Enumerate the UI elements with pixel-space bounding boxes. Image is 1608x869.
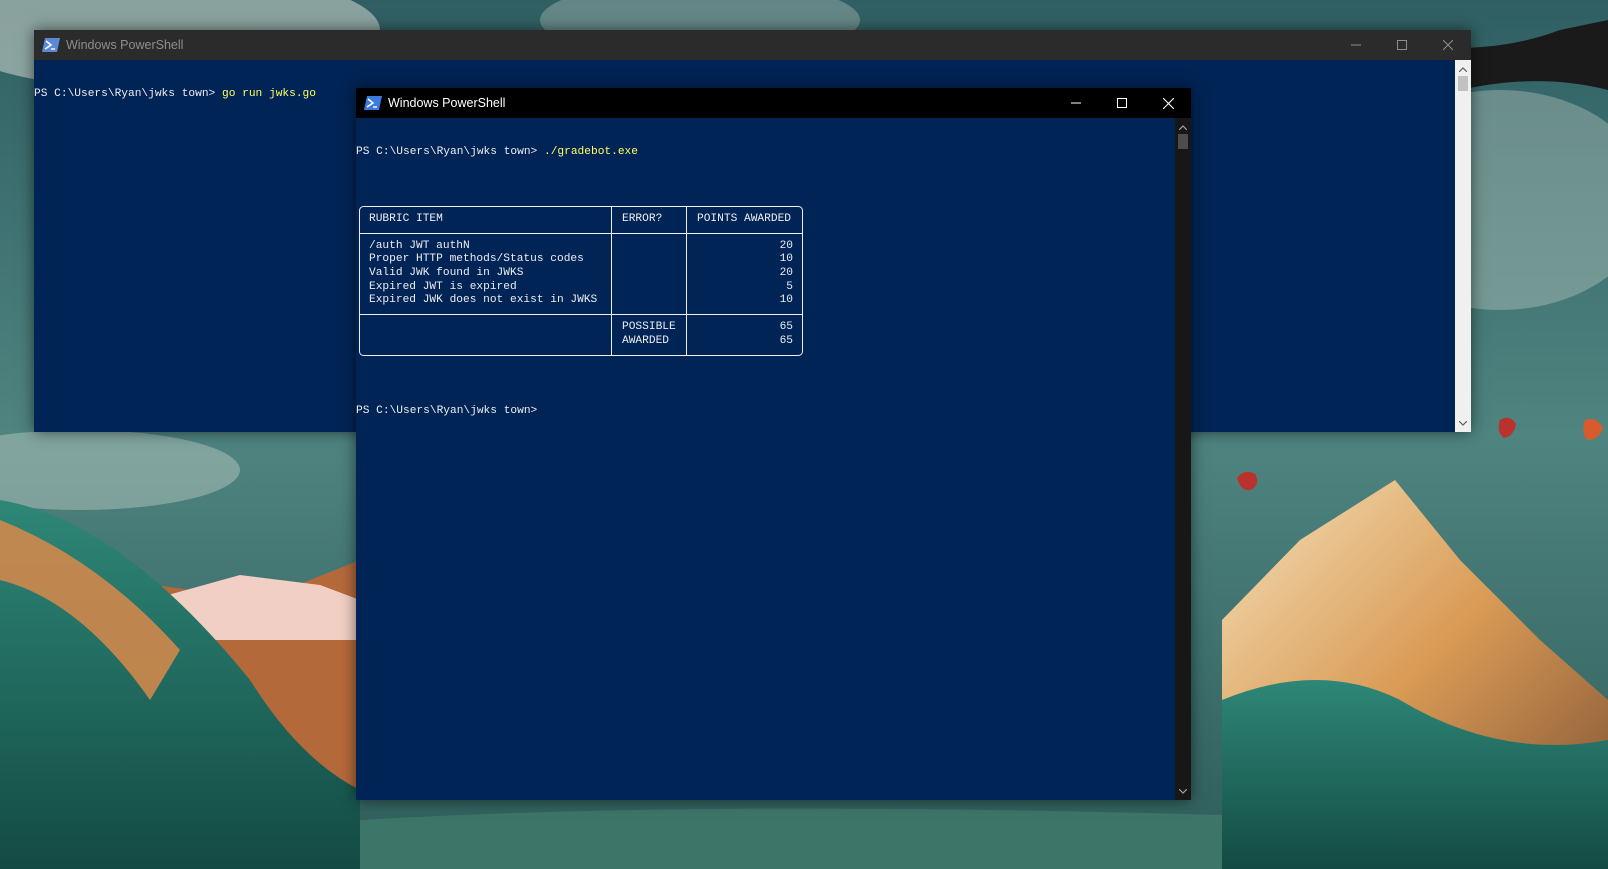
rubric-points: 10 xyxy=(779,253,793,266)
vertical-scrollbar[interactable] xyxy=(1175,118,1191,800)
header-rubric-item: RUBRIC ITEM xyxy=(369,212,443,225)
chevron-up-icon xyxy=(1459,66,1467,72)
command-text: ./gradebot.exe xyxy=(543,145,638,158)
maximize-button[interactable] xyxy=(1379,30,1425,60)
chevron-down-icon xyxy=(1459,420,1467,426)
prompt-text: PS C:\Users\Ryan\jwks town> xyxy=(356,145,544,158)
console-line: PS C:\Users\Ryan\jwks town> xyxy=(356,405,1175,419)
scroll-thumb[interactable] xyxy=(1178,134,1188,149)
rubric-points: 20 xyxy=(779,266,793,279)
close-button[interactable] xyxy=(1145,88,1191,118)
rubric-points: 20 xyxy=(779,239,793,252)
minimize-icon xyxy=(1071,102,1081,104)
scroll-thumb[interactable] xyxy=(1458,76,1468,91)
rubric-item: Expired JWK does not exist in JWKS xyxy=(369,294,598,307)
close-icon xyxy=(1443,40,1453,50)
console-line: PS C:\Users\Ryan\jwks town> ./gradebot.e… xyxy=(356,146,1175,160)
rubric-item: Proper HTTP methods/Status codes xyxy=(369,253,584,266)
rubric-table: RUBRIC ITEM ERROR? POINTS AWARDED /auth … xyxy=(359,205,803,356)
rubric-points: 5 xyxy=(786,280,793,293)
title-bar[interactable]: Windows PowerShell xyxy=(34,30,1471,60)
footer-possible-label: POSSIBLE xyxy=(622,321,676,334)
maximize-button[interactable] xyxy=(1099,88,1145,118)
rubric-item: Valid JWK found in JWKS xyxy=(369,266,524,279)
minimize-button[interactable] xyxy=(1333,30,1379,60)
command-text: go run jwks.go xyxy=(221,87,316,100)
scroll-up-arrow[interactable] xyxy=(1175,120,1191,134)
powershell-icon xyxy=(42,38,60,52)
scroll-down-arrow[interactable] xyxy=(1455,416,1471,430)
maximize-icon xyxy=(1117,98,1127,108)
footer-possible-value: 65 xyxy=(779,321,793,334)
chevron-up-icon xyxy=(1179,124,1187,130)
console-output[interactable]: PS C:\Users\Ryan\jwks town> ./gradebot.e… xyxy=(356,118,1175,800)
scroll-down-arrow[interactable] xyxy=(1175,784,1191,798)
close-icon xyxy=(1162,97,1174,109)
window-title: Windows PowerShell xyxy=(388,96,506,110)
minimize-button[interactable] xyxy=(1053,88,1099,118)
vertical-scrollbar[interactable] xyxy=(1455,60,1471,432)
footer-awarded-label: AWARDED xyxy=(622,334,669,347)
header-points-awarded: POINTS AWARDED xyxy=(697,212,791,225)
rubric-item: Expired JWT is expired xyxy=(369,280,517,293)
powershell-icon xyxy=(364,96,382,110)
maximize-icon xyxy=(1397,40,1407,50)
scroll-up-arrow[interactable] xyxy=(1455,62,1471,76)
rubric-points: 10 xyxy=(779,294,793,307)
prompt-text: PS C:\Users\Ryan\jwks town> xyxy=(34,87,222,100)
window-title: Windows PowerShell xyxy=(66,38,184,52)
minimize-icon xyxy=(1351,44,1361,46)
chevron-down-icon xyxy=(1179,788,1187,794)
powershell-window-foreground[interactable]: Windows PowerShell PS C:\Users\Ryan\jwks… xyxy=(356,88,1191,800)
rubric-item: /auth JWT authN xyxy=(369,239,470,252)
close-button[interactable] xyxy=(1425,30,1471,60)
footer-awarded-value: 65 xyxy=(779,334,793,347)
title-bar[interactable]: Windows PowerShell xyxy=(356,88,1191,118)
header-error: ERROR? xyxy=(622,212,663,225)
